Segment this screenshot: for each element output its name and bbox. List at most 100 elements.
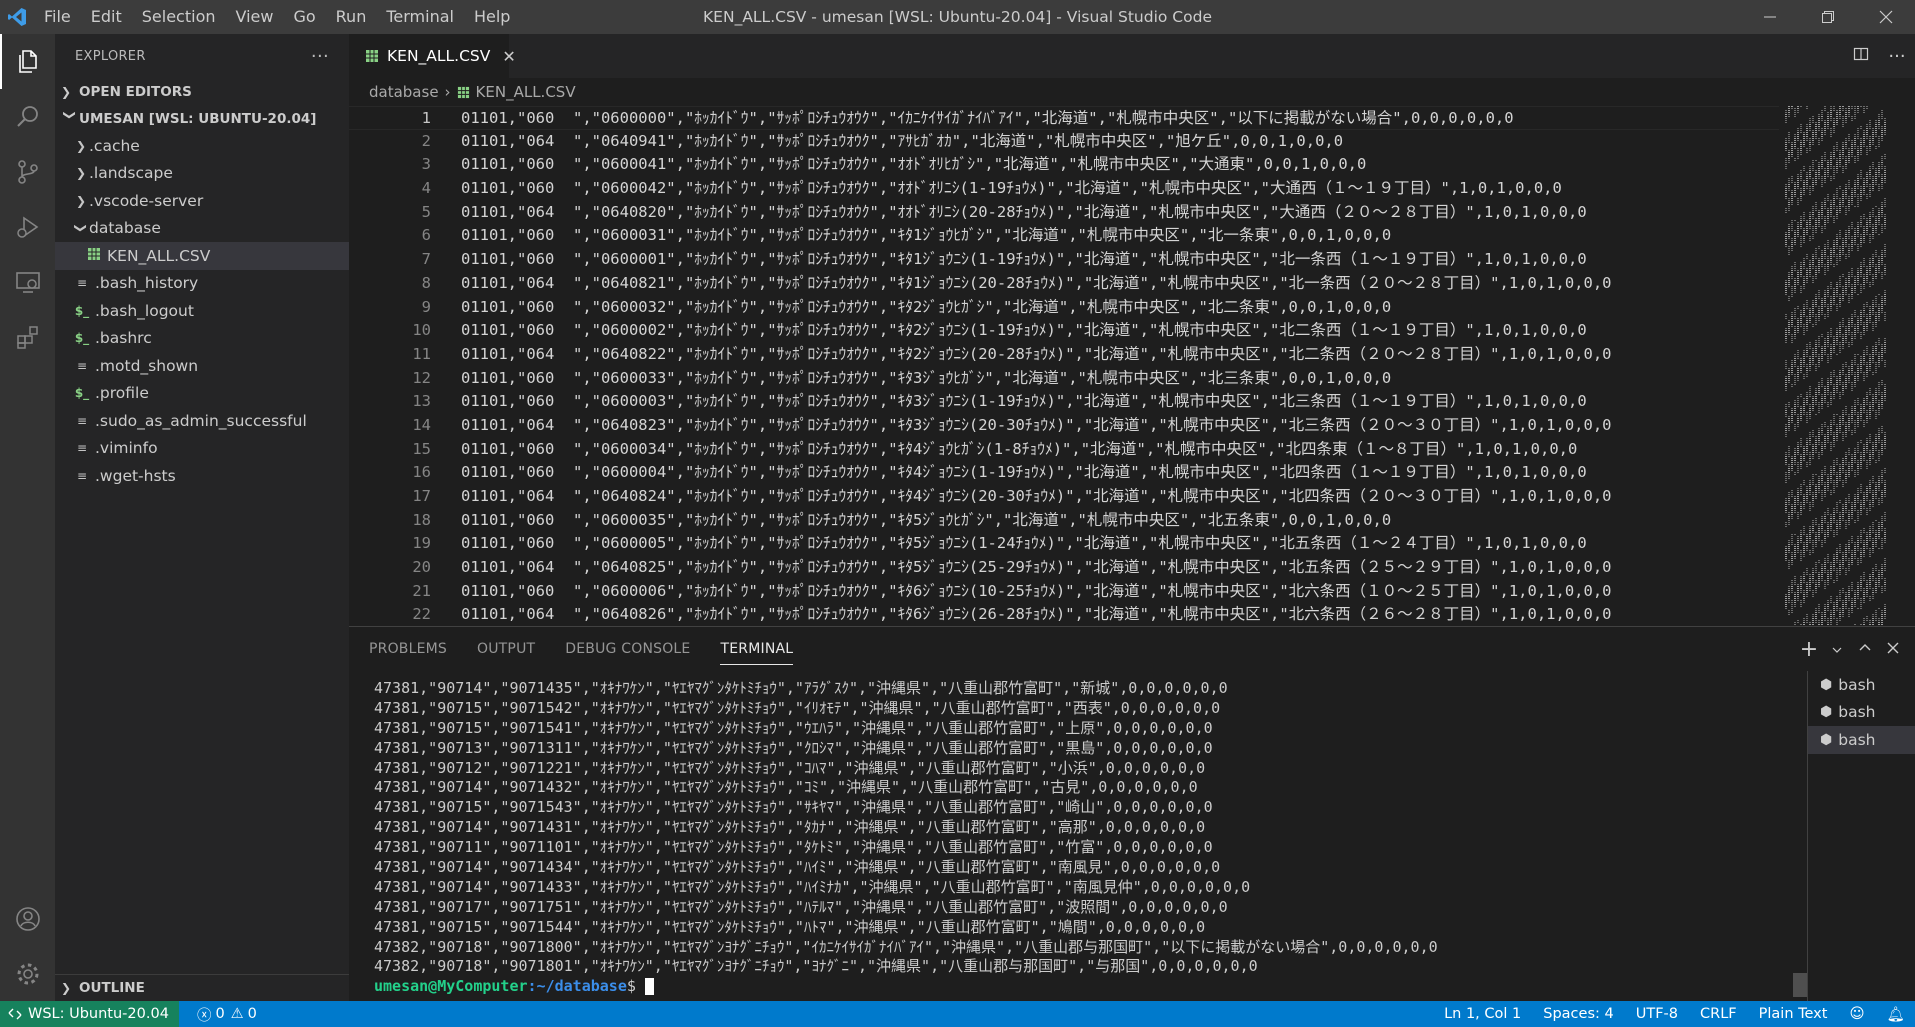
line-number: 21: [412, 581, 431, 600]
cursor-position[interactable]: Ln 1, Col 1: [1444, 1006, 1521, 1022]
line-text: 01101,"064 ","0640825","ﾎｯｶｲﾄﾞｳ","ｻｯﾎﾟﾛｼ…: [461, 558, 1612, 577]
tree-item-landscape[interactable]: ❯ .landscape: [55, 160, 349, 188]
explorer-title: EXPLORER: [75, 48, 146, 64]
tree-item-bashrc[interactable]: $_ .bashrc: [55, 325, 349, 353]
breadcrumb-file[interactable]: KEN_ALL.CSV: [476, 83, 576, 101]
tab-output[interactable]: OUTPUT: [477, 627, 535, 671]
tree-item-sudo-as-admin[interactable]: ≡ .sudo_as_admin_successful: [55, 407, 349, 435]
remote-indicator[interactable]: WSL: Ubuntu-20.04: [0, 1001, 179, 1027]
line-text: 01101,"064 ","0640822","ﾎｯｶｲﾄﾞｳ","ｻｯﾎﾟﾛｼ…: [461, 344, 1612, 363]
close-tab-button[interactable]: ✕: [502, 47, 515, 66]
terminal-item[interactable]: ⬢ bash: [1808, 671, 1915, 699]
new-terminal-button[interactable]: +: [1795, 637, 1823, 662]
indentation[interactable]: Spaces: 4: [1543, 1006, 1613, 1022]
open-editors-label: OPEN EDITORS: [79, 83, 192, 100]
code-editor[interactable]: 1 01101,"060 ","0600000","ﾎｯｶｲﾄﾞｳ","ｻｯﾎﾟﾛ…: [349, 106, 1915, 626]
bell-icon[interactable]: 🔔︎: [1887, 1006, 1905, 1023]
split-editor-button[interactable]: [1843, 46, 1879, 66]
prompt-symbol: $: [626, 977, 645, 996]
tree-item-motd-shown[interactable]: ≡ .motd_shown: [55, 352, 349, 380]
terminal-item[interactable]: ⬢ bash: [1808, 699, 1915, 727]
extensions-activity[interactable]: [0, 309, 55, 364]
terminal-prompt[interactable]: umesan@MyComputer:~/database$: [374, 977, 1814, 997]
menu-bar: File Edit Selection View Go Run Terminal…: [34, 0, 520, 34]
code-line: 4 01101,"060 ","0600042","ﾎｯｶｲﾄﾞｳ","ｻｯﾎﾟﾛ…: [349, 177, 1779, 201]
tab-problems[interactable]: PROBLEMS: [369, 627, 447, 671]
accounts-activity[interactable]: [0, 891, 55, 946]
search-activity[interactable]: [0, 89, 55, 144]
terminal-line: 47381,"90713","9071311","ｵｷﾅﾜｹﾝ","ﾔｴﾔﾏｸﾞ…: [374, 738, 1213, 757]
tree-item-label: .bashrc: [95, 329, 152, 348]
encoding[interactable]: UTF-8: [1636, 1006, 1678, 1022]
line-number: 9: [421, 297, 431, 316]
more-actions-button[interactable]: ···: [311, 46, 329, 67]
terminal-scrollbar[interactable]: [1793, 973, 1807, 997]
terminal-line: 47381,"90714","9071432","ｵｷﾅﾜｹﾝ","ﾔｴﾔﾏｸﾞ…: [374, 778, 1198, 797]
tree-item-wget-hsts[interactable]: ≡ .wget-hsts: [55, 462, 349, 490]
tree-item-label: .wget-hsts: [95, 466, 176, 485]
tree-item-bash-history[interactable]: ≡ .bash_history: [55, 270, 349, 298]
problems-indicator[interactable]: ⓧ 0 ⚠ 0: [179, 1004, 257, 1025]
terminal-output[interactable]: 47381,"90714","9071435","ｵｷﾅﾜｹﾝ","ﾔｴﾔﾏｸﾞ…: [374, 679, 1814, 997]
tab-ken-all-csv[interactable]: KEN_ALL.CSV ✕: [349, 34, 516, 78]
menu-view[interactable]: View: [226, 0, 284, 34]
menu-run[interactable]: Run: [326, 0, 377, 34]
code-line: 15 01101,"060 ","0600034","ﾎｯｶｲﾄﾞｳ","ｻｯﾎﾟ…: [349, 438, 1779, 462]
source-control-activity[interactable]: [0, 144, 55, 199]
line-text: 01101,"064 ","0640821","ﾎｯｶｲﾄﾞｳ","ｻｯﾎﾟﾛｼ…: [461, 273, 1612, 292]
terminal-item[interactable]: ⬢ bash: [1808, 726, 1915, 754]
feedback-icon[interactable]: ☺: [1849, 1006, 1864, 1022]
open-editors-section[interactable]: ❯ OPEN EDITORS: [55, 78, 349, 105]
explorer-activity[interactable]: [0, 34, 55, 89]
maximize-panel-button[interactable]: [1851, 640, 1879, 659]
menu-go[interactable]: Go: [283, 0, 325, 34]
status-right: Ln 1, Col 1 Spaces: 4 UTF-8 CRLF Plain T…: [1422, 1001, 1905, 1027]
menu-edit[interactable]: Edit: [81, 0, 132, 34]
menu-help[interactable]: Help: [464, 0, 520, 34]
remote-explorer-activity[interactable]: [0, 254, 55, 309]
chevron-right-icon: ❯: [75, 193, 87, 208]
terminal-line: 47381,"90712","9071221","ｵｷﾅﾜｹﾝ","ﾔｴﾔﾏｸﾞ…: [374, 758, 1206, 777]
terminal-item-label: bash: [1838, 675, 1876, 694]
tab-debug-console[interactable]: DEBUG CONSOLE: [565, 627, 690, 671]
menu-selection[interactable]: Selection: [132, 0, 226, 34]
shell-file-icon: $_: [74, 386, 90, 401]
tree-item-label: .motd_shown: [95, 356, 199, 375]
launch-profile-dropdown[interactable]: [1823, 640, 1851, 659]
line-number: 12: [412, 368, 431, 387]
tab-label: KEN_ALL.CSV: [387, 47, 491, 65]
tree-item-viminfo[interactable]: ≡ .viminfo: [55, 435, 349, 463]
menu-terminal[interactable]: Terminal: [376, 0, 464, 34]
workspace-section[interactable]: ❯ UMESAN [WSL: UBUNTU-20.04]: [55, 105, 349, 132]
line-text: 01101,"060 ","0600000","ﾎｯｶｲﾄﾞｳ","ｻｯﾎﾟﾛｼ…: [461, 109, 1514, 127]
line-text: 01101,"060 ","0600031","ﾎｯｶｲﾄﾞｳ","ｻｯﾎﾟﾛｼ…: [461, 226, 1392, 245]
tree-item-ken-all-csv[interactable]: KEN_ALL.CSV: [55, 242, 349, 270]
minimize-button[interactable]: [1741, 0, 1799, 34]
tree-item-bash-logout[interactable]: $_ .bash_logout: [55, 297, 349, 325]
breadcrumb-folder[interactable]: database: [369, 83, 439, 101]
tree-item-profile[interactable]: $_ .profile: [55, 380, 349, 408]
outline-section[interactable]: ❯ OUTLINE: [55, 974, 349, 1001]
line-text: 01101,"064 ","0640941","ﾎｯｶｲﾄﾞｳ","ｻｯﾎﾟﾛｼ…: [461, 131, 1344, 150]
menu-file[interactable]: File: [34, 0, 81, 34]
tree-item-vscode-server[interactable]: ❯ .vscode-server: [55, 187, 349, 215]
run-debug-activity[interactable]: [0, 199, 55, 254]
manage-activity[interactable]: [0, 946, 55, 1001]
tab-terminal[interactable]: TERMINAL: [720, 627, 794, 665]
editor-scrollbar[interactable]: [1901, 106, 1915, 626]
tree-item-database[interactable]: ❯ database: [55, 215, 349, 243]
close-panel-button[interactable]: [1879, 640, 1907, 659]
line-number: 7: [421, 250, 431, 269]
tree-item-cache[interactable]: ❯ .cache: [55, 132, 349, 160]
language-mode[interactable]: Plain Text: [1759, 1006, 1828, 1022]
terminal-icon: ⬢: [1820, 704, 1833, 721]
line-text: 01101,"060 ","0600035","ﾎｯｶｲﾄﾞｳ","ｻｯﾎﾟﾛｼ…: [461, 510, 1392, 529]
close-window-button[interactable]: [1857, 0, 1915, 34]
end-of-line[interactable]: CRLF: [1700, 1006, 1737, 1022]
chevron-down-icon: ❯: [63, 109, 77, 120]
more-editor-actions-button[interactable]: ···: [1879, 46, 1915, 67]
minimap[interactable]: [1785, 106, 1895, 626]
window-controls: [1741, 0, 1915, 34]
restore-button[interactable]: [1799, 0, 1857, 34]
terminal-list: ⬢ bash ⬢ bash ⬢ bash: [1807, 671, 1915, 1002]
